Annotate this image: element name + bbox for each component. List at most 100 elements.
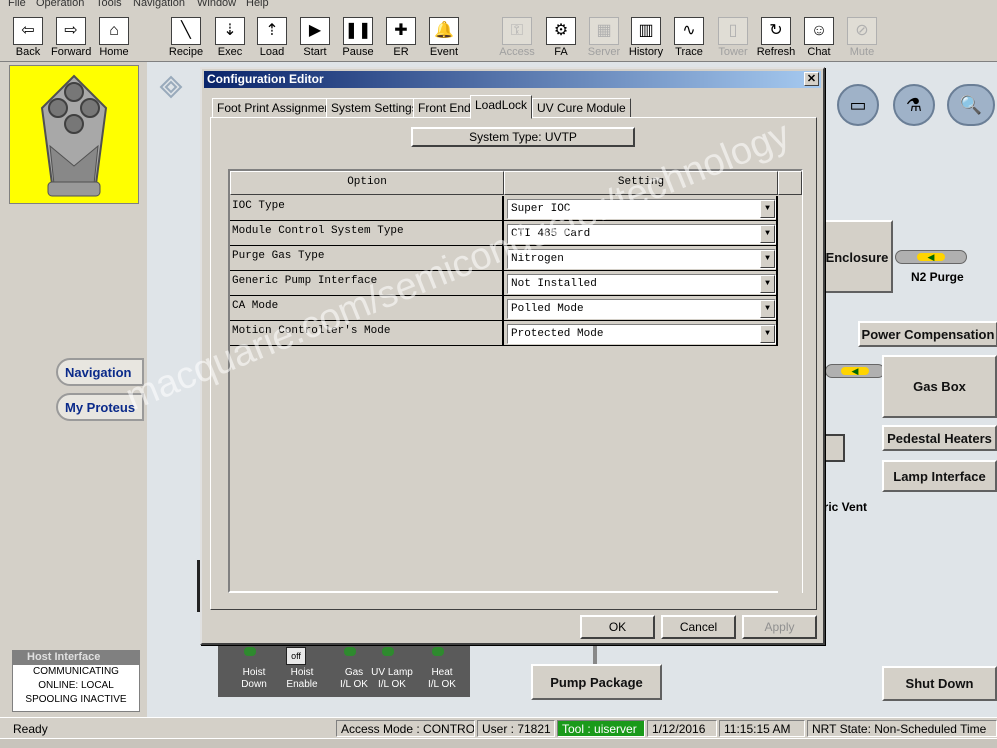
pause-label: Pause	[342, 46, 374, 58]
status-user: User : 71821	[477, 720, 555, 737]
interlock-label: UV Lamp I/L OK	[371, 667, 413, 690]
tab-system-settings[interactable]: System Settings	[326, 98, 423, 118]
setting-value: CTI 485 Card	[511, 228, 591, 240]
hoist-enable-indicator[interactable]: off Hoist Enable	[276, 645, 328, 697]
system-type-button[interactable]: System Type: UVTP	[411, 127, 635, 147]
exec-button[interactable]: ⇣ Exec	[210, 17, 250, 61]
grid-scroll-area	[778, 195, 802, 593]
tower-label: Tower	[718, 46, 748, 58]
taskbar	[0, 738, 997, 748]
grid-header-setting[interactable]: Setting	[504, 171, 778, 195]
menu-operation[interactable]: Operation	[36, 0, 84, 9]
start-label: Start	[303, 46, 327, 58]
toolbar: ⇦ Back ⇨ Forward ⌂ Home ╲ Recipe ⇣ Exec ⇡ Load ▶ Star…	[0, 12, 997, 62]
power-compensation-button[interactable]: Power Compensation	[858, 321, 997, 347]
refresh-button[interactable]: ↻ Refresh	[756, 17, 796, 61]
status-led-icon	[244, 647, 256, 656]
setting-dropdown[interactable]: Protected Mode ▼	[507, 324, 776, 344]
search-binary-icon[interactable]: 🔍	[947, 84, 995, 126]
chevron-down-icon[interactable]: ▼	[760, 250, 775, 268]
fa-button[interactable]: ⚙ FA	[541, 17, 581, 61]
load-button[interactable]: ⇡ Load	[252, 17, 292, 61]
menu-file[interactable]: File	[8, 0, 26, 9]
menu-tools[interactable]: Tools	[96, 0, 122, 9]
load-label: Load	[259, 46, 285, 58]
refresh-icon: ↻	[761, 17, 791, 45]
mute-button[interactable]: ⊘ Mute	[842, 17, 882, 61]
home-icon: ⌂	[99, 17, 129, 45]
dialog-title: Configuration Editor	[207, 72, 324, 86]
mute-icon: ⊘	[847, 17, 877, 45]
setting-dropdown[interactable]: Nitrogen ▼	[507, 249, 776, 269]
chat-label: Chat	[807, 46, 831, 58]
chevron-down-icon[interactable]: ▼	[760, 225, 775, 243]
menu-window[interactable]: Window	[197, 0, 236, 9]
enclosure-button[interactable]: Enclosure	[821, 220, 893, 293]
grid-option-cell: Purge Gas Type	[230, 246, 504, 271]
n2-purge-pipe: ◀	[895, 250, 967, 264]
grid-option-cell: Module Control System Type	[230, 221, 504, 246]
server-button[interactable]: ▦ Server	[584, 17, 624, 61]
chevron-down-icon[interactable]: ▼	[760, 300, 775, 318]
home-button[interactable]: ⌂ Home	[94, 17, 134, 61]
er-label: ER	[393, 46, 409, 58]
trace-button[interactable]: ∿ Trace	[669, 17, 709, 61]
grid-setting-cell: Protected Mode ▼	[504, 321, 778, 346]
setting-dropdown[interactable]: Polled Mode ▼	[507, 299, 776, 319]
ok-button[interactable]: OK	[580, 615, 655, 639]
access-icon: ⚿	[502, 17, 532, 45]
my-proteus-button[interactable]: My Proteus	[56, 393, 144, 421]
exec-label: Exec	[217, 46, 243, 58]
start-button[interactable]: ▶ Start	[295, 17, 335, 61]
setting-dropdown[interactable]: Super IOC ▼	[507, 199, 776, 219]
grid-option-cell: Generic Pump Interface	[230, 271, 504, 296]
recipe-button[interactable]: ╲ Recipe	[166, 17, 206, 61]
chat-button[interactable]: ☺ Chat	[799, 17, 839, 61]
history-label: History	[628, 46, 664, 58]
navigation-button[interactable]: Navigation	[56, 358, 144, 386]
chevron-down-icon[interactable]: ▼	[760, 200, 775, 218]
setting-dropdown[interactable]: Not Installed ▼	[507, 274, 776, 294]
chevron-down-icon[interactable]: ▼	[760, 275, 775, 293]
tower-button[interactable]: ▯ Tower	[713, 17, 753, 61]
tab-front-end[interactable]: Front End	[413, 98, 476, 118]
event-icon: 🔔	[429, 17, 459, 45]
chevron-down-icon[interactable]: ▼	[760, 325, 775, 343]
access-button[interactable]: ⚿ Access	[497, 17, 537, 61]
host-status-line: ONLINE: LOCAL	[38, 680, 114, 691]
recipe-icon: ╲	[171, 17, 201, 45]
logo-mark-icon	[159, 75, 183, 99]
pump-package-button[interactable]: Pump Package	[531, 664, 662, 700]
setting-dropdown[interactable]: CTI 485 Card ▼	[507, 224, 776, 244]
refresh-label: Refresh	[756, 46, 796, 58]
pause-button[interactable]: ❚❚ Pause	[338, 17, 378, 61]
history-button[interactable]: ▥ History	[626, 17, 666, 61]
camera-icon[interactable]: ▭	[837, 84, 879, 126]
event-button[interactable]: 🔔 Event	[424, 17, 464, 61]
close-icon[interactable]: ✕	[804, 72, 819, 86]
tab-foot-print-assignment[interactable]: Foot Print Assignment	[212, 98, 340, 118]
dialog-title-bar: Configuration Editor ✕	[204, 71, 821, 88]
grid-header-corner	[778, 171, 802, 195]
left-panel: Navigation My Proteus	[0, 62, 147, 717]
forward-button[interactable]: ⇨ Forward	[51, 17, 91, 61]
tab-uv-cure-module[interactable]: UV Cure Module	[532, 98, 631, 118]
status-access-mode: Access Mode : CONTROL	[336, 720, 475, 737]
apply-button[interactable]: Apply	[742, 615, 817, 639]
menu-navigation[interactable]: Navigation	[133, 0, 185, 9]
setting-value: Nitrogen	[511, 253, 564, 265]
cancel-button[interactable]: Cancel	[661, 615, 736, 639]
back-button[interactable]: ⇦ Back	[8, 17, 48, 61]
lamp-interface-button[interactable]: Lamp Interface	[882, 460, 997, 492]
tab-loadlock[interactable]: LoadLock	[470, 95, 533, 119]
menu-help[interactable]: Help	[246, 0, 269, 9]
spray-icon[interactable]: ⚗	[893, 84, 935, 126]
gas-box-button[interactable]: Gas Box	[882, 355, 997, 418]
forward-icon: ⇨	[56, 17, 86, 45]
pedestal-heaters-button[interactable]: Pedestal Heaters	[882, 425, 997, 451]
shut-down-button[interactable]: Shut Down	[882, 666, 997, 701]
exec-icon: ⇣	[215, 17, 245, 45]
fa-icon: ⚙	[546, 17, 576, 45]
grid-header-option[interactable]: Option	[230, 171, 504, 195]
er-button[interactable]: ✚ ER	[381, 17, 421, 61]
